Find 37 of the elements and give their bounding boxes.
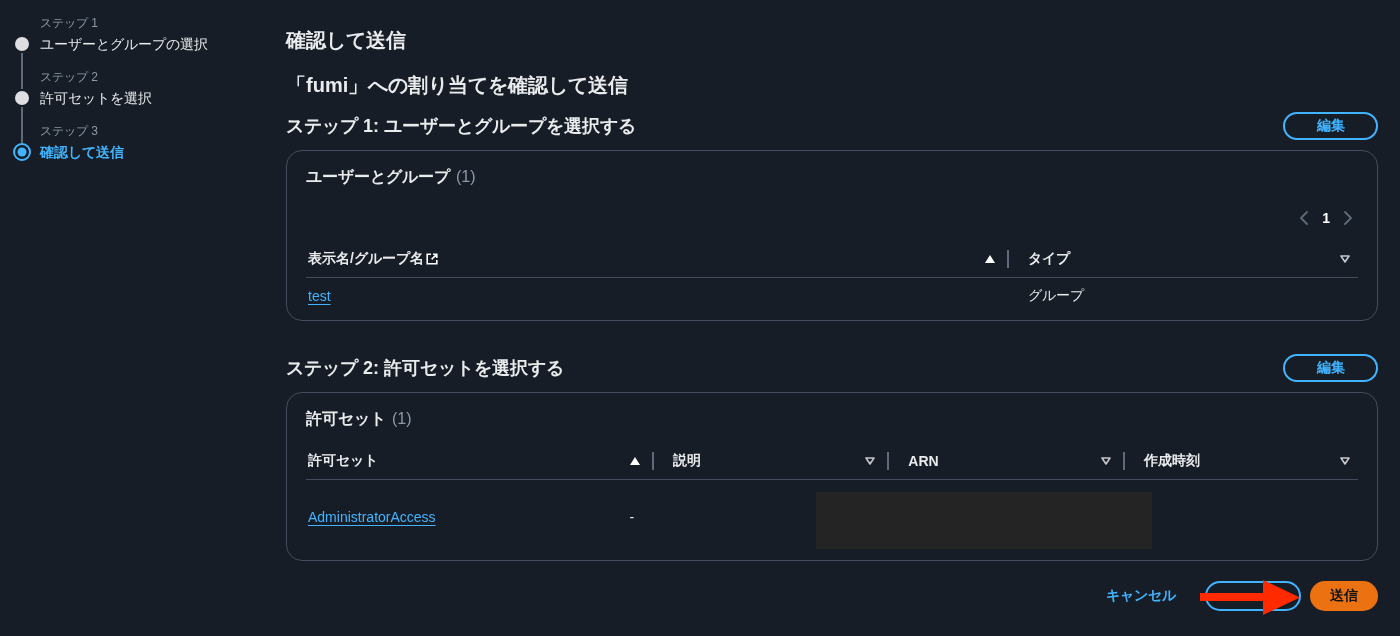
column-header[interactable]: 作成時刻 bbox=[1143, 451, 1200, 470]
section-heading: ステップ 1: ユーザーとグループを選択する bbox=[286, 115, 636, 138]
step-number: ステップ 3 bbox=[40, 123, 98, 139]
step-number: ステップ 2 bbox=[40, 69, 98, 85]
edit-button[interactable]: 編集 bbox=[1283, 354, 1378, 382]
section-heading: ステップ 2: 許可セットを選択する bbox=[286, 357, 564, 380]
sort-down-icon[interactable] bbox=[1340, 254, 1350, 263]
table-title: 許可セット bbox=[306, 409, 386, 429]
submit-button[interactable]: 送信 bbox=[1310, 581, 1378, 611]
column-header[interactable]: 許可セット bbox=[308, 451, 378, 470]
step-title: 確認して送信 bbox=[40, 143, 124, 162]
table-title: ユーザーとグループ bbox=[306, 167, 450, 187]
item-count: (1) bbox=[392, 409, 412, 429]
page-subtitle: 「fumi」への割り当てを確認して送信 bbox=[286, 73, 629, 98]
step-title[interactable]: ユーザーとグループの選択 bbox=[40, 34, 208, 54]
item-count: (1) bbox=[456, 167, 476, 187]
column-header[interactable]: 説明 bbox=[672, 451, 701, 470]
sort-down-icon[interactable] bbox=[1340, 456, 1350, 465]
page-title: 確認して送信 bbox=[286, 28, 406, 53]
sort-down-icon[interactable] bbox=[1100, 456, 1111, 465]
edit-button[interactable]: 編集 bbox=[1283, 112, 1378, 140]
external-link-icon[interactable] bbox=[425, 252, 438, 265]
arrow-icon bbox=[1200, 580, 1300, 615]
table-cell: - bbox=[629, 509, 635, 525]
cancel-link[interactable]: キャンセル bbox=[1104, 587, 1178, 605]
step-number: ステップ 1 bbox=[40, 15, 98, 31]
column-header[interactable]: タイプ bbox=[1028, 249, 1071, 268]
table-link[interactable]: AdministratorAccess bbox=[308, 509, 436, 525]
sort-up-icon[interactable] bbox=[985, 254, 996, 263]
sort-up-icon[interactable] bbox=[629, 456, 640, 465]
column-header[interactable]: 表示名/グループ名 bbox=[308, 249, 424, 268]
step-title[interactable]: 許可セットを選択 bbox=[40, 88, 152, 108]
column-header[interactable]: ARN bbox=[908, 452, 939, 469]
table-cell: グループ bbox=[1028, 287, 1085, 305]
page-number[interactable]: 1 bbox=[1322, 210, 1330, 226]
sort-down-icon[interactable] bbox=[865, 456, 876, 465]
table-link[interactable]: test bbox=[308, 288, 331, 304]
